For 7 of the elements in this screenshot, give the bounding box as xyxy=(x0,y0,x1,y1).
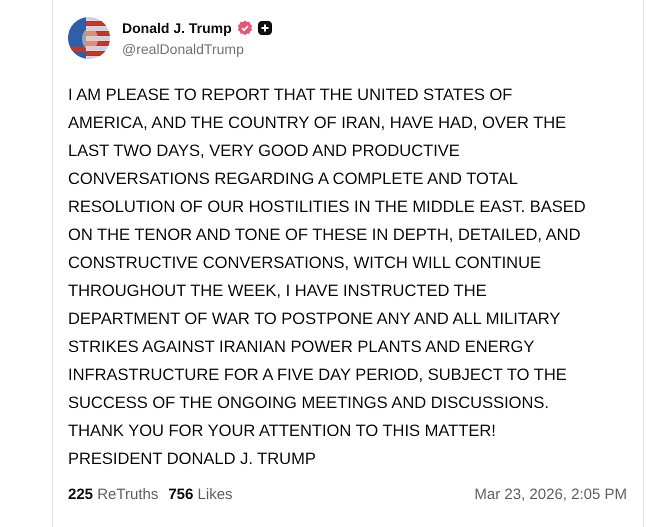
post-text: I AM PLEASE TO REPORT THAT THE UNITED STATES OF AMERICA, AND THE COUNTRY OF IRAN, HAVE HAD, OVER THE LAST TWO DAYS, VERY GOOD AND PRODUCTIVE CONVERSATIONS REGARDING A COMPLETE AND TOTAL RESOLUTION OF OUR HOSTILITIES IN THE MIDDLE EAST. BASED ON THE TENOR AND TONE OF THESE IN DEPTH, DETAILED, AND CONSTRUCTIVE CONVERSATIONS, WITCH WILL CONTINUE THROUGHOUT THE WEEK, I HAVE INSTRUCTED THE DEPARTMENT OF WAR TO POSTPONE ANY AND ALL MILITARY STRIKES AGAINST IRANIAN POWER PLANTS AND ENERGY INFRASTRUCTURE FOR A FIVE DAY PERIOD, SUBJECT TO THE SUCCESS OF THE ONGOING MEETINGS AND DISCUSSIONS. THANK YOU FOR YOUR ATTENTION TO THIS MATTER! PRESIDENT DONALD J. TRUMP xyxy=(68,85,587,470)
plus-icon[interactable] xyxy=(258,20,272,34)
author-handle[interactable]: @realDonaldTrump xyxy=(122,40,272,56)
author-name[interactable]: Donald J. Trump xyxy=(122,20,232,36)
post-timestamp: Mar 23, 2026, 2:05 PM xyxy=(474,486,627,503)
stat-count[interactable]: 756 Likes xyxy=(168,486,233,503)
stat-count[interactable]: 225 ReTruths xyxy=(68,486,158,503)
